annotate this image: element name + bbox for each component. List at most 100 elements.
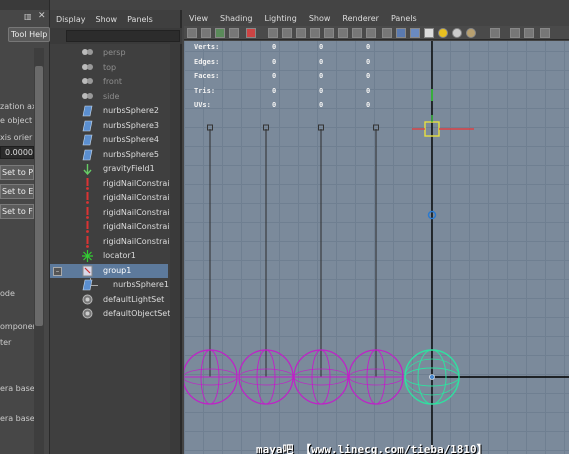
default-lighting-icon[interactable] — [438, 28, 448, 38]
search-input[interactable] — [66, 30, 180, 42]
camera-icon — [82, 76, 93, 88]
ae-label: omponen — [0, 322, 38, 331]
film-gate-icon[interactable] — [282, 28, 292, 38]
bookmark-icon[interactable] — [215, 28, 225, 38]
view-cube-icon[interactable] — [510, 28, 520, 38]
outliner-item-label: nurbsSphere4 — [103, 135, 159, 144]
attribute-editor-panel: ▥ ✕ Tool Help zation ax e object xis ori… — [0, 0, 50, 454]
outliner-item[interactable]: nurbsSphere3 — [50, 119, 168, 134]
rigid-constraint-icon — [82, 177, 93, 190]
outliner-item[interactable]: locator1 — [50, 249, 168, 264]
menu-display[interactable]: Display — [56, 15, 86, 24]
outliner-item[interactable]: gravityField1 — [50, 162, 168, 177]
ae-header — [0, 0, 49, 10]
menu-panels[interactable]: Panels — [391, 14, 417, 23]
pivot-point — [429, 374, 435, 380]
ae-value-field[interactable]: 0.0000 — [0, 146, 34, 159]
nurbs-surface-icon — [82, 279, 93, 291]
resolution-gate-icon[interactable] — [296, 28, 306, 38]
field-chart-icon[interactable] — [324, 28, 334, 38]
watermark-text: maya吧 【www.linecg.com/tieba/1810】 — [256, 443, 488, 454]
menu-renderer[interactable]: Renderer — [342, 14, 379, 23]
outliner-item[interactable]: defaultObjectSet — [50, 307, 170, 322]
outliner-item[interactable]: defaultLightSet — [50, 293, 168, 308]
outliner-item[interactable]: – group1 — [50, 263, 168, 278]
nurbs-surface-icon — [82, 149, 93, 161]
outliner-item[interactable]: nurbsSphere1 — [50, 278, 169, 293]
set-to-button[interactable]: Set to F — [0, 204, 34, 219]
ae-panel-icon[interactable]: ▥ — [24, 12, 32, 21]
outliner-item[interactable]: front — [50, 75, 168, 90]
outliner-item-label: gravityField1 — [103, 164, 155, 173]
outliner-item[interactable]: side — [50, 90, 168, 105]
outliner-item[interactable]: top — [50, 61, 168, 76]
ae-label: era base — [0, 414, 35, 423]
two-d-pan-icon[interactable] — [246, 28, 256, 38]
gravity-field-icon — [82, 163, 93, 176]
outliner-item[interactable]: rigidNailConstraint — [50, 191, 178, 206]
outliner-item-label: side — [103, 91, 120, 101]
image-plane-icon[interactable] — [229, 28, 239, 38]
xray-icon[interactable] — [366, 28, 376, 38]
rigid-constraint-icon — [82, 221, 93, 233]
rigid-constraint-icon — [82, 192, 93, 204]
camera-attributes-icon[interactable] — [201, 28, 211, 38]
outliner-item[interactable]: rigidNailConstraint — [50, 235, 178, 250]
outliner-item[interactable]: rigidNailConstraint — [50, 220, 178, 235]
grid-icon[interactable] — [268, 28, 278, 38]
ae-label: e object — [0, 116, 33, 125]
ae-label: xis orier — [0, 133, 33, 142]
set-to-button[interactable]: Set to E — [0, 184, 34, 199]
viewport-toolbar — [184, 26, 569, 40]
outliner-item[interactable]: rigidNailConstraint — [50, 177, 178, 192]
ae-scrollbar-thumb[interactable] — [35, 66, 43, 326]
menu-show[interactable]: Show — [96, 15, 118, 24]
outliner-item[interactable]: nurbsSphere2 — [50, 104, 168, 119]
wireframe-icon[interactable] — [382, 28, 392, 38]
textured-icon[interactable] — [424, 28, 434, 38]
smooth-shade-icon[interactable] — [396, 28, 406, 38]
panel-layout-icon[interactable] — [540, 28, 550, 38]
outliner-item-label: rigidNailConstraint — [103, 178, 178, 188]
outliner-item[interactable]: nurbsSphere5 — [50, 148, 168, 163]
nurbs-surface-icon — [82, 134, 93, 146]
menu-show[interactable]: Show — [309, 14, 331, 23]
ae-label: era base — [0, 384, 35, 393]
scene-svg — [184, 41, 569, 454]
collapse-toggle-icon[interactable]: – — [53, 266, 62, 276]
ae-label: ter — [0, 338, 12, 347]
set-to-button[interactable]: Set to P — [0, 165, 34, 180]
camera-icon — [82, 62, 93, 74]
safe-action-icon[interactable] — [338, 28, 348, 38]
outliner-item-label: rigidNailConstraint — [103, 207, 178, 217]
outliner-item-label: nurbsSphere1 — [113, 280, 169, 289]
ae-label: ode — [0, 289, 15, 298]
safe-title-icon[interactable] — [352, 28, 362, 38]
viewport-canvas[interactable]: Verts: 0 0 0 Edges: 0 0 0 Faces: 0 0 0 Tris: 0 0 0 UVs: 0… — [184, 41, 569, 454]
isolate-select-icon[interactable] — [490, 28, 500, 38]
menu-panels[interactable]: Panels — [127, 15, 153, 24]
camera-icon — [82, 91, 93, 103]
camera-icon — [82, 47, 93, 59]
outliner-item[interactable]: rigidNailConstraint — [50, 206, 178, 221]
wireframe-on-shaded-icon[interactable] — [410, 28, 420, 38]
outliner-item-label: rigidNailConstraint — [103, 222, 178, 231]
outliner-scrollbar[interactable] — [170, 44, 180, 454]
outliner-item[interactable]: persp — [50, 46, 168, 61]
shadows-icon[interactable] — [466, 28, 476, 38]
all-lights-icon[interactable] — [452, 28, 462, 38]
outliner-menubar: Display Show Panels — [50, 10, 182, 28]
close-icon[interactable]: ✕ — [38, 11, 46, 21]
outliner-item-label: nurbsSphere2 — [103, 106, 159, 115]
xray-joints-icon[interactable] — [524, 28, 534, 38]
outliner-item-label: locator1 — [103, 251, 136, 260]
menu-lighting[interactable]: Lighting — [264, 14, 296, 23]
tool-help-button[interactable]: Tool Help — [8, 27, 50, 42]
menu-shading[interactable]: Shading — [220, 14, 253, 23]
menu-view[interactable]: View — [189, 14, 208, 23]
outliner-item-label: front — [103, 77, 123, 86]
gate-mask-icon[interactable] — [310, 28, 320, 38]
set-icon — [82, 308, 93, 320]
select-camera-icon[interactable] — [187, 28, 197, 38]
outliner-item[interactable]: nurbsSphere4 — [50, 133, 168, 148]
